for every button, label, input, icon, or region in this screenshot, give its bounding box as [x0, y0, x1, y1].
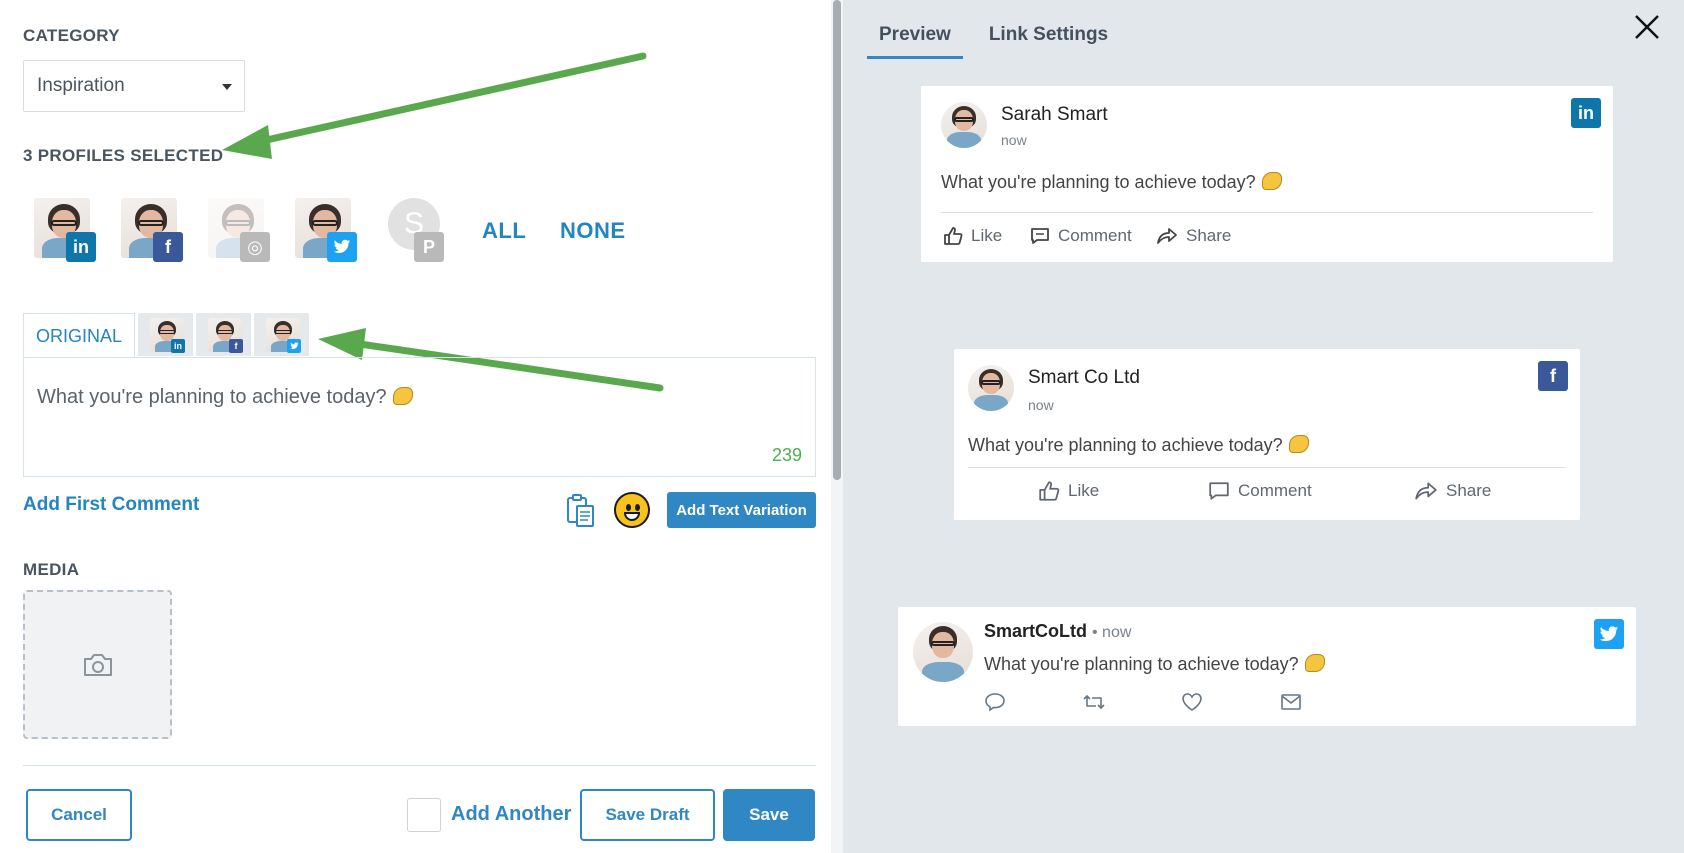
post-time: now [1028, 397, 1054, 413]
camera-icon [83, 653, 112, 676]
share-action[interactable]: Share [1414, 480, 1491, 502]
linkedin-icon: in [66, 232, 96, 262]
page-name: Smart Co Ltd [1028, 367, 1140, 388]
thumbs-up-icon [944, 227, 963, 245]
direct-message-icon[interactable] [1280, 693, 1302, 711]
tab-link-settings[interactable]: Link Settings [977, 24, 1120, 59]
comment-icon [1031, 228, 1049, 244]
add-text-variation-button[interactable]: Add Text Variation [667, 492, 816, 528]
facebook-icon: f [229, 339, 244, 353]
flexed-biceps-icon [392, 387, 413, 405]
post-time: • now [1092, 624, 1132, 641]
flexed-biceps-icon [1261, 172, 1282, 190]
share-action[interactable]: Share [1156, 226, 1231, 246]
facebook-preview-card: Smart Co Ltd now f What you're planning … [954, 349, 1580, 520]
footer-divider [23, 765, 816, 766]
close-icon[interactable] [1632, 12, 1662, 42]
text-variation-tabs: ORIGINAL in f [23, 313, 310, 358]
linkedin-icon: in [1571, 98, 1601, 128]
reply-icon[interactable] [984, 692, 1006, 712]
like-heart-icon[interactable] [1181, 692, 1203, 712]
thumbs-up-icon [1039, 481, 1060, 501]
tab-preview[interactable]: Preview [867, 24, 963, 59]
tab-facebook[interactable]: f [196, 313, 252, 356]
category-value: Inspiration [37, 75, 125, 96]
cancel-button[interactable]: Cancel [26, 789, 132, 841]
retweet-icon[interactable] [1082, 692, 1106, 712]
post-text: What you're planning to achieve today? [941, 172, 1282, 193]
instagram-icon: ◎ [240, 232, 270, 262]
save-button[interactable]: Save [723, 789, 815, 841]
avatar [913, 622, 973, 682]
post-text-editor[interactable]: What you're planning to achieve today? 2… [23, 357, 816, 477]
post-text[interactable]: What you're planning to achieve today? [37, 386, 413, 409]
twitter-icon [327, 232, 357, 262]
annotation-arrow-head [318, 328, 366, 360]
tweet-text: What you're planning to achieve today? [984, 654, 1325, 675]
share-icon [1157, 228, 1177, 244]
tab-linkedin[interactable]: in [138, 313, 194, 356]
annotation-arrow-line [258, 52, 647, 145]
select-all-button[interactable]: ALL [482, 218, 526, 244]
twitter-icon [287, 339, 302, 353]
scrollbar-thumb[interactable] [833, 0, 841, 480]
flexed-biceps-icon [1288, 435, 1309, 453]
preview-panel: Preview Link Settings Sarah Smart now in… [843, 0, 1684, 853]
select-none-button[interactable]: NONE [560, 218, 626, 244]
media-label: MEDIA [23, 560, 80, 579]
comment-icon [1209, 482, 1229, 500]
twitter-preview-card: SmartCoLtd • now What you're planning to… [898, 607, 1636, 726]
profile-facebook[interactable]: f [121, 196, 183, 262]
twitter-icon [1594, 619, 1624, 649]
save-draft-button[interactable]: Save Draft [580, 789, 715, 841]
profile-linkedin[interactable]: in [34, 196, 96, 262]
pinterest-icon: P [414, 232, 444, 262]
profile-instagram[interactable]: ◎ [208, 196, 270, 262]
add-another-label[interactable]: Add Another [451, 803, 571, 826]
media-upload-dropzone[interactable] [23, 590, 172, 739]
share-icon [1415, 482, 1437, 500]
clipboard-icon[interactable] [566, 494, 596, 528]
facebook-icon: f [153, 232, 183, 262]
like-action[interactable]: Like [1038, 480, 1099, 502]
avatar [941, 102, 987, 148]
divider [968, 467, 1566, 468]
annotation-arrow-head [222, 125, 272, 159]
tab-original[interactable]: ORIGINAL [23, 313, 136, 358]
account-name: SmartCoLtd [984, 621, 1087, 641]
linkedin-preview-card: Sarah Smart now in What you're planning … [921, 86, 1613, 262]
category-label: CATEGORY [23, 26, 120, 45]
avatar [968, 365, 1014, 411]
emoji-picker-icon[interactable] [614, 492, 650, 528]
add-another-checkbox[interactable] [407, 798, 441, 832]
comment-action[interactable]: Comment [1030, 226, 1132, 246]
editor-scrollbar[interactable] [831, 0, 843, 853]
post-text: What you're planning to achieve today? [968, 435, 1309, 456]
divider [941, 212, 1593, 213]
caret-down-icon [222, 84, 232, 90]
like-action[interactable]: Like [943, 226, 1002, 246]
profile-pinterest[interactable]: S P [382, 196, 444, 262]
author-name: Sarah Smart [1001, 104, 1108, 125]
linkedin-icon: in [171, 339, 186, 353]
tab-twitter[interactable] [254, 313, 310, 356]
character-count: 239 [771, 445, 802, 465]
profiles-selected-label: 3 PROFILES SELECTED [23, 146, 224, 165]
category-select[interactable]: Inspiration [23, 60, 245, 112]
post-time: now [1001, 132, 1027, 148]
flexed-biceps-icon [1304, 654, 1325, 672]
post-editor-panel: CATEGORY Inspiration 3 PROFILES SELECTED… [0, 0, 830, 853]
add-first-comment-link[interactable]: Add First Comment [23, 494, 199, 516]
comment-action[interactable]: Comment [1208, 480, 1312, 502]
profile-twitter[interactable] [295, 196, 357, 262]
facebook-icon: f [1538, 361, 1568, 391]
preview-tabs: Preview Link Settings [867, 24, 1134, 59]
